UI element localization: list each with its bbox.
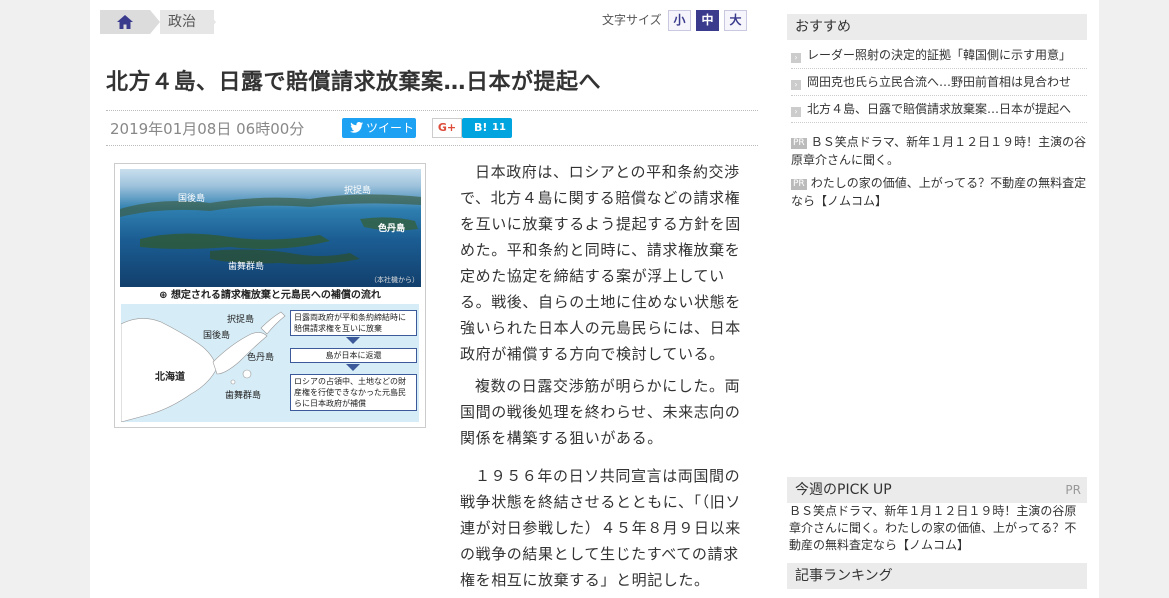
breadcrumb-separator: [150, 10, 160, 34]
flow-arrow: [346, 337, 360, 344]
pr-item[interactable]: PR ＢＳ笑点ドラマ、新年１月１２日１９時！主演の谷原章介さんに聞く。: [791, 133, 1087, 169]
tweet-button[interactable]: ツイート: [342, 118, 416, 138]
font-size-medium-button[interactable]: 中: [696, 10, 719, 31]
font-size-small-button[interactable]: 小: [668, 10, 691, 31]
photo-label-habomai: 歯舞群島: [228, 262, 265, 272]
pr-item[interactable]: PR わたしの家の価値、上がってる？不動産の無料査定なら【ノムコム】: [791, 174, 1087, 210]
photo-credit: （本社機から）: [370, 276, 419, 284]
flow-step-3: ロシアの占領中、土地などの財産権を行使できなかった元島民らに日本政府が補償: [290, 374, 417, 411]
article-paragraph-3: １９５６年の日ソ共同宣言は両国間の戦争状態を終結させるとともに、「（旧ソ連が対日…: [460, 463, 745, 593]
home-icon: [117, 15, 133, 29]
arrow-right-icon: ›: [791, 53, 801, 63]
paragraph-text: １９５６年の日ソ共同宣言は両国間の戦争状態を終結させるとともに、「（旧ソ連が対日…: [460, 467, 741, 589]
island-silhouettes: [120, 194, 421, 265]
map-label-hokkaido: 北海道: [155, 372, 185, 383]
recommend-item[interactable]: › 北方４島、日露で賠償請求放棄案…日本が提起へ: [791, 96, 1087, 123]
divider: [106, 145, 758, 146]
recommend-item-label: 北方４島、日露で賠償請求放棄案…日本が提起へ: [807, 102, 1072, 116]
paragraph-text: 日本政府は、ロシアとの平和条約交渉で、北方４島に関する賠償などの請求権を互いに放…: [460, 163, 741, 363]
arrow-right-icon: ›: [791, 80, 801, 90]
flow-step-1: 日露両政府が平和条約締結時に賠償請求権を互いに放棄: [290, 310, 417, 336]
hatena-label: B!: [474, 121, 488, 134]
pr-tag: PR: [791, 138, 807, 149]
pr-tag: PR: [791, 179, 807, 190]
photo-label-shikotan: 色丹島: [378, 224, 406, 234]
map-label-habomai: 歯舞群島: [225, 391, 262, 401]
recommend-item-label: 岡田克也氏ら立民合流へ…野田前首相は見合わせ: [807, 75, 1072, 89]
figure-caption-text: 想定される請求権放棄と元島民への補償の流れ: [170, 290, 381, 301]
article-paragraph-2: 複数の日露交渉筋が明らかにした。両国間の戦後処理を終わらせ、未来志向の関係を構築…: [460, 373, 745, 451]
pickup-link[interactable]: ＢＳ笑点ドラマ、新年１月１２日１９時！主演の谷原章介さんに聞く。わたしの家の価値…: [789, 503, 1087, 554]
info-bullet-icon: ⊕: [159, 290, 171, 301]
twitter-bird-icon: [350, 122, 363, 133]
photo-label-etorofu: 択捉島: [344, 186, 372, 196]
aerial-photo: 国後島 択捉島 色丹島 歯舞群島 （本社機から）: [120, 169, 421, 287]
pickup-title: 今週のPICK UP: [795, 482, 892, 498]
paragraph-text: 複数の日露交渉筋が明らかにした。両国間の戦後処理を終わらせ、未来志向の関係を構築…: [460, 377, 741, 447]
article-paragraph-1: 日本政府は、ロシアとの平和条約交渉で、北方４島に関する賠償などの請求権を互いに放…: [460, 159, 745, 367]
font-size-label: 文字サイズ: [602, 13, 662, 27]
ranking-heading: 記事ランキング: [787, 563, 1087, 589]
map-label-etorofu: 択捉島: [227, 315, 255, 325]
hatena-bookmark-button[interactable]: B! 11: [462, 118, 512, 138]
pickup-heading: 今週のPICK UP PR: [787, 477, 1087, 503]
divider: [106, 110, 758, 111]
breadcrumb-home[interactable]: [100, 10, 150, 34]
recommend-item-label: レーダー照射の決定的証拠「韓国側に示す用意」: [807, 48, 1072, 62]
tweet-label: ツイート: [366, 121, 415, 135]
pr-item-label: ＢＳ笑点ドラマ、新年１月１２日１９時！主演の谷原章介さんに聞く。: [791, 135, 1087, 167]
breadcrumb-separator: [206, 10, 216, 34]
figure-caption: ⊕ 想定される請求権放棄と元島民への補償の流れ: [115, 287, 425, 305]
flow-arrow: [346, 364, 360, 371]
arrow-right-icon: ›: [791, 107, 801, 117]
map-label-shikotan: 色丹島: [247, 353, 275, 363]
map-diagram: 北海道 国後島 択捉島 色丹島 歯舞群島 日露両政府が平和条約締結時に賠償請求権…: [121, 304, 419, 422]
page: 政治 文字サイズ 小 中 大 北方４島、日露で賠償請求放棄案…日本が提起へ 20…: [90, 0, 1099, 598]
article-title: 北方４島、日露で賠償請求放棄案…日本が提起へ: [106, 70, 602, 95]
map-label-kunashiri: 国後島: [203, 331, 231, 341]
google-plus-button[interactable]: G+: [432, 118, 462, 138]
flow-step-2: 島が日本に返還: [290, 348, 417, 363]
pr-item-label: わたしの家の価値、上がってる？不動産の無料査定なら【ノムコム】: [791, 176, 1087, 208]
font-size-large-button[interactable]: 大: [724, 10, 747, 31]
recommend-heading: おすすめ: [787, 14, 1087, 40]
pickup-pr-tag: PR: [1065, 483, 1081, 497]
article-figure[interactable]: 国後島 択捉島 色丹島 歯舞群島 （本社機から） ⊕ 想定される請求権放棄と元島…: [114, 163, 426, 428]
photo-label-kunashiri: 国後島: [178, 194, 206, 204]
recommend-item[interactable]: › 岡田克也氏ら立民合流へ…野田前首相は見合わせ: [791, 69, 1087, 96]
recommend-item[interactable]: › レーダー照射の決定的証拠「韓国側に示す用意」: [791, 42, 1087, 69]
hatena-count: 11: [492, 122, 506, 133]
article-date: 2019年01月08日 06時00分: [110, 120, 305, 138]
